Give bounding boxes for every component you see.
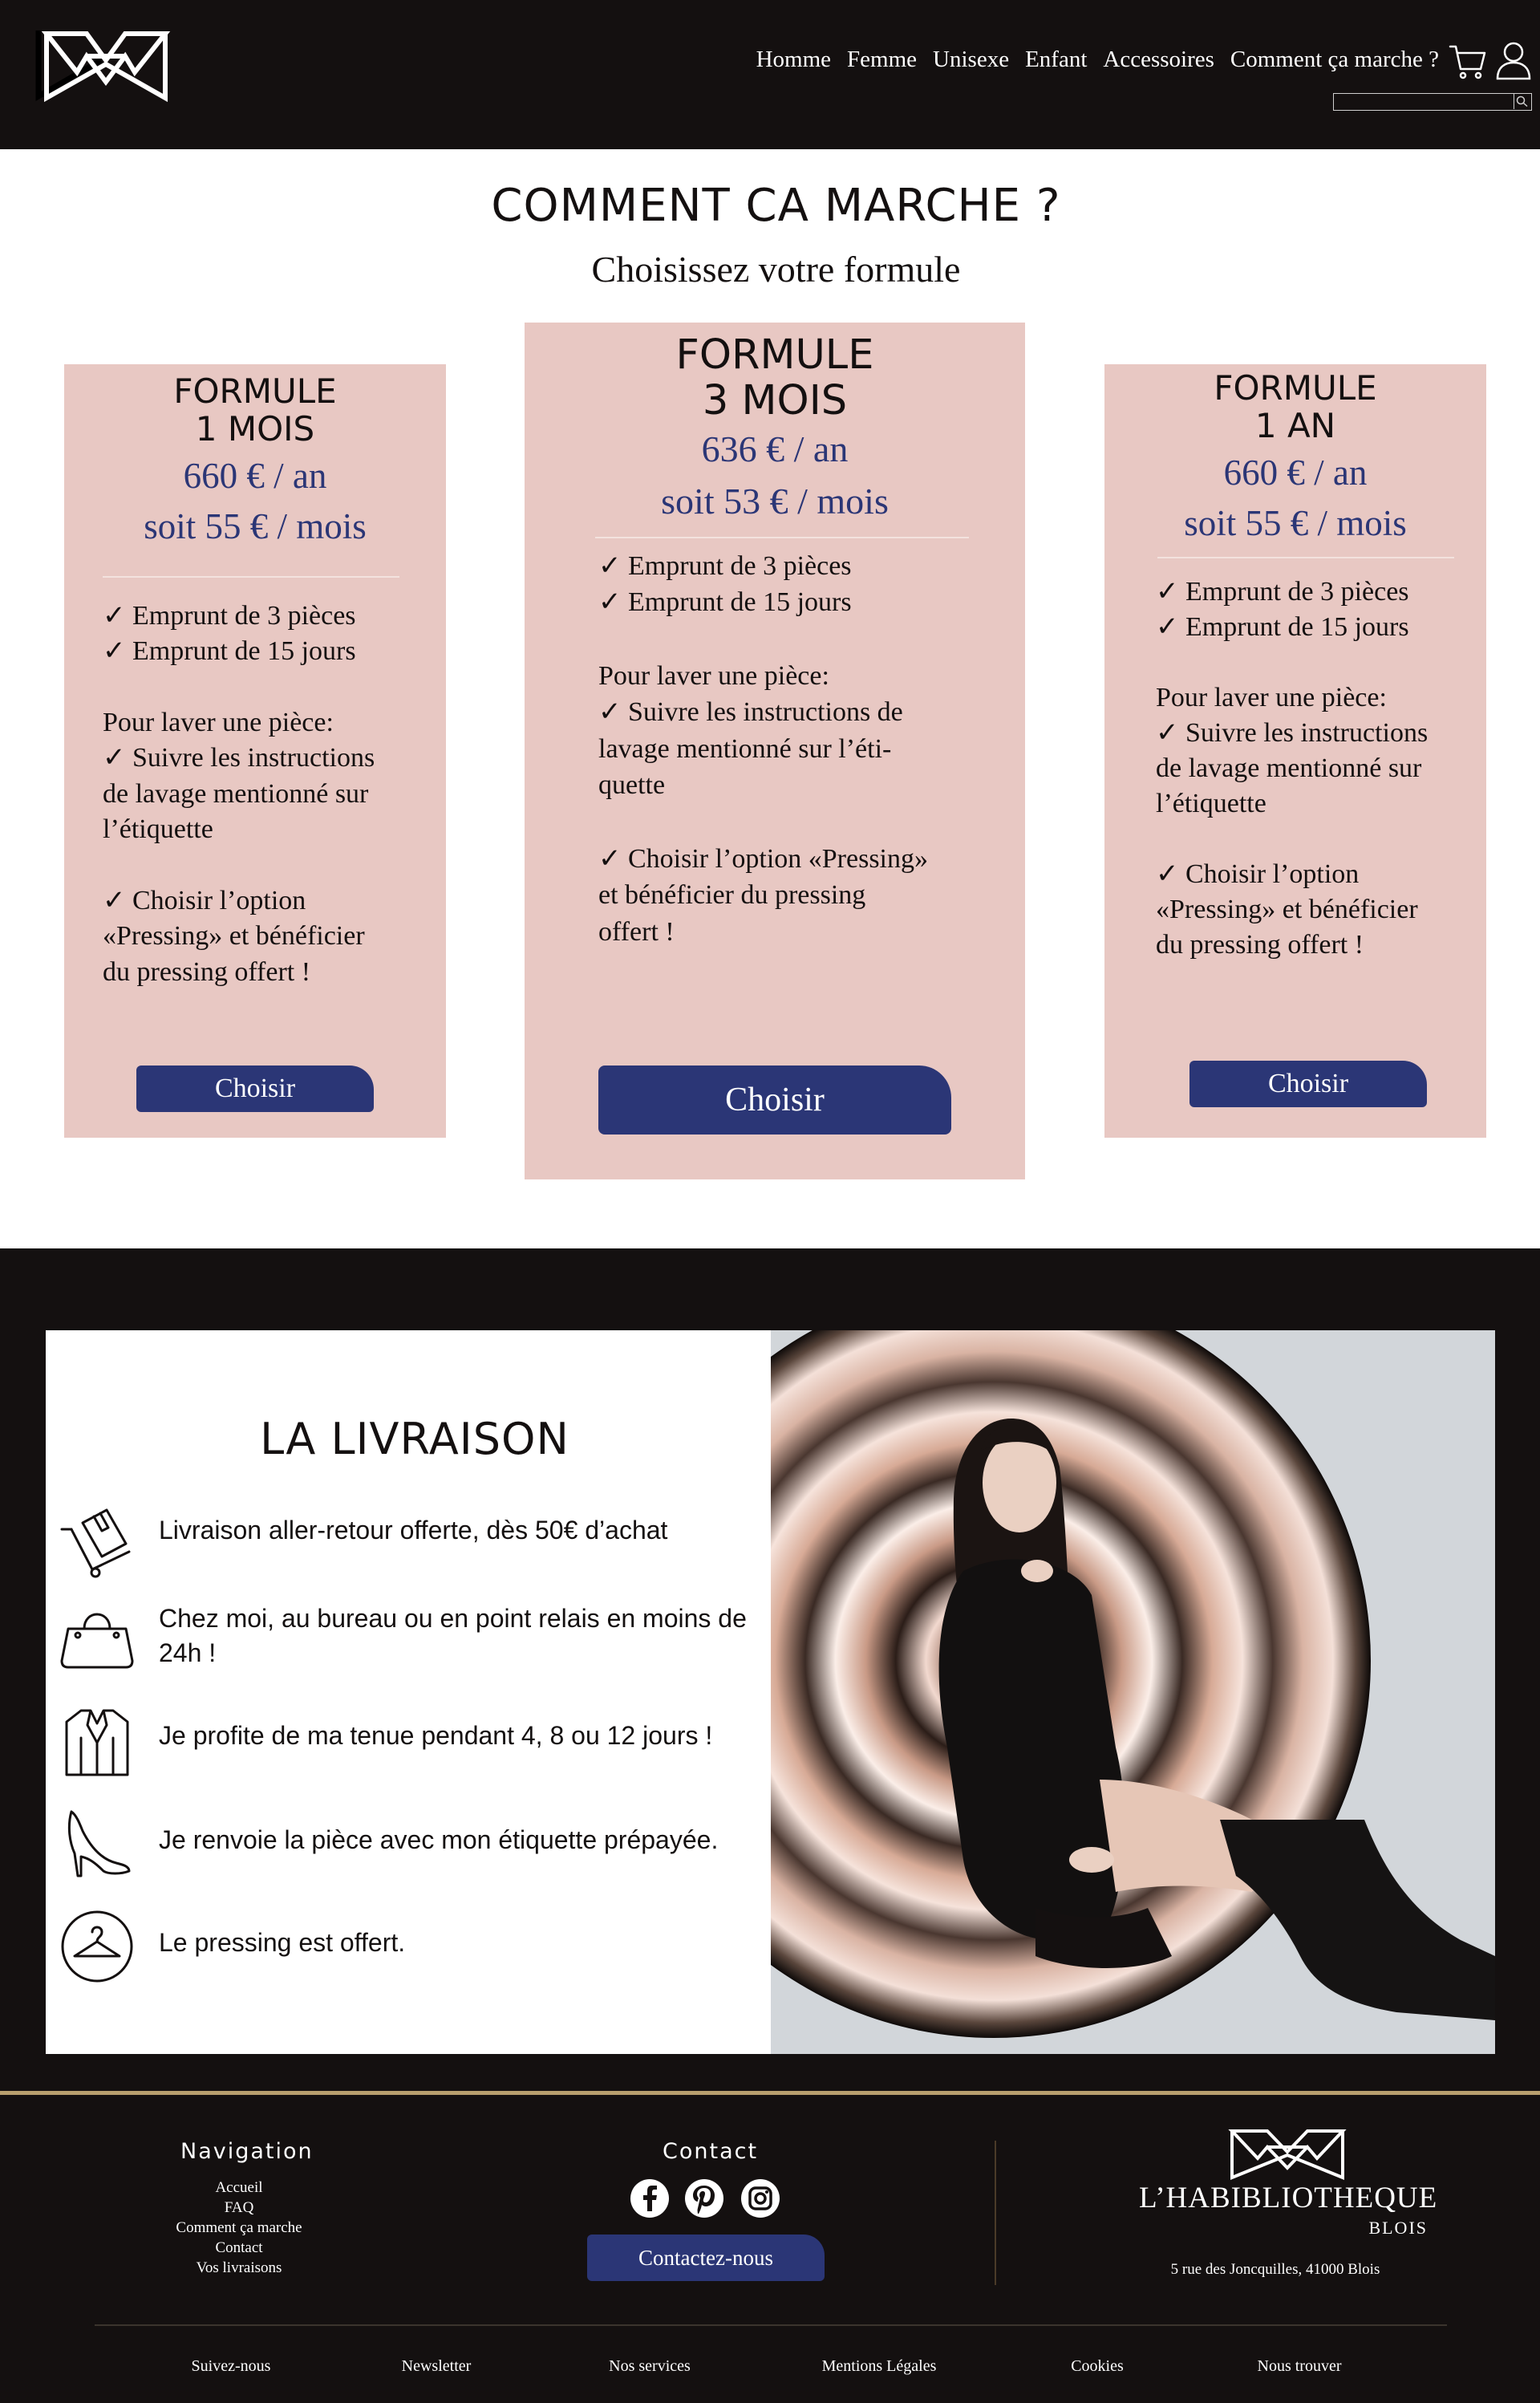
hanger-icon — [61, 1910, 133, 1983]
pinterest-icon[interactable] — [685, 2179, 723, 2218]
plan-card-1-mois: FORMULE 1 MOIS 660 € / an soit 55 € / mo… — [64, 364, 446, 1138]
jacket-icon — [65, 1709, 129, 1776]
search-icon — [1516, 95, 1528, 108]
delivery-text: Livraison aller-retour offerte, dès 50€ … — [159, 1516, 668, 1544]
plan-price: 636 € / an soit 53 € / mois — [661, 428, 889, 522]
high-heel-icon — [67, 1810, 131, 1877]
plan-price: 660 € / an soit 55 € / mois — [1184, 453, 1407, 544]
footer-bottom-link-cookies[interactable]: Cookies — [1001, 2357, 1194, 2376]
model-photo-illustration — [771, 1330, 1495, 2038]
plan-features: ✓ Emprunt de 3 pièces ✓ Emprunt de 15 jo… — [1156, 576, 1429, 960]
footer-bottom-link-nos-services[interactable]: Nos services — [553, 2357, 746, 2376]
plan-divider — [595, 537, 969, 538]
footer-bottom-link-nous-trouver[interactable]: Nous trouver — [1203, 2357, 1396, 2376]
footer-bottom-link-suivez-nous[interactable]: Suivez-nous — [135, 2357, 327, 2376]
plan-price: 660 € / an soit 55 € / mois — [144, 456, 367, 547]
footer-link-accueil[interactable]: Accueil — [119, 2179, 359, 2197]
footer-brand-name: L’HABIBLIOTHEQUE — [1139, 2182, 1438, 2214]
main-nav: Homme Femme Unisexe Enfant Accessoires C… — [756, 47, 1439, 73]
footer-link-contact[interactable]: Contact — [119, 2239, 359, 2257]
footer-vertical-divider — [995, 2141, 996, 2285]
footer-nav-title: Navigation — [180, 2139, 314, 2164]
plan-title: FORMULE 1 MOIS — [173, 371, 337, 449]
handbag-icon — [60, 1613, 134, 1669]
footer-address: 5 rue des Joncquilles, 41000 Blois — [1170, 2261, 1380, 2278]
instagram-icon[interactable] — [741, 2179, 780, 2218]
footer-link-vos-livraisons[interactable]: Vos livraisons — [119, 2259, 359, 2277]
nav-accessoires[interactable]: Accessoires — [1103, 47, 1214, 73]
nav-homme[interactable]: Homme — [756, 47, 831, 73]
delivery-text: Le pressing est offert. — [159, 1928, 406, 1957]
nav-femme[interactable]: Femme — [847, 47, 917, 73]
site-header: Homme Femme Unisexe Enfant Accessoires C… — [0, 0, 1540, 149]
choose-button[interactable]: Choisir — [136, 1066, 374, 1112]
delivery-title: LA LIVRAISON — [260, 1414, 569, 1464]
plan-card-1-an: FORMULE 1 AN 660 € / an soit 55 € / mois… — [1104, 364, 1486, 1138]
cart-icon[interactable] — [1449, 43, 1487, 80]
box-trolley-icon — [60, 1508, 131, 1578]
plan-card-3-mois: FORMULE 3 MOIS 636 € / an soit 53 € / mo… — [525, 323, 1025, 1179]
delivery-text: Je profite de ma tenue pendant 4, 8 ou 1… — [159, 1721, 713, 1750]
plan-title: FORMULE 3 MOIS — [675, 331, 874, 425]
plan-title: FORMULE 1 AN — [1214, 368, 1377, 446]
plan-divider — [1157, 557, 1454, 558]
contact-button[interactable]: Contactez-nous — [587, 2235, 825, 2281]
delivery-text: Chez moi, au bureau ou en point relais e… — [159, 1604, 747, 1668]
brand-logo-icon[interactable] — [6, 24, 191, 104]
delivery-photo — [771, 1330, 1495, 2054]
delivery-text: Je renvoie la pièce avec mon étiquette p… — [159, 1825, 719, 1854]
footer-horizontal-divider — [95, 2324, 1447, 2326]
nav-enfant[interactable]: Enfant — [1025, 47, 1087, 73]
nav-comment-ca-marche[interactable]: Comment ça marche ? — [1230, 47, 1439, 73]
footer-bottom-link-newsletter[interactable]: Newsletter — [340, 2357, 533, 2376]
choose-button[interactable]: Choisir — [1189, 1061, 1427, 1107]
search-button[interactable] — [1514, 94, 1531, 109]
delivery-card: LA LIVRAISON Livraison aller-retour offe… — [46, 1330, 771, 2054]
footer-link-comment-ca-marche[interactable]: Comment ça marche — [119, 2219, 359, 2237]
page-subtitle: Choisissez votre formule — [591, 249, 961, 290]
search-box — [1333, 93, 1532, 111]
footer-contact-title: Contact — [663, 2139, 759, 2164]
nav-unisexe[interactable]: Unisexe — [933, 47, 1009, 73]
plan-divider — [103, 576, 399, 578]
user-icon[interactable] — [1495, 40, 1532, 80]
page-title: COMMENT CA MARCHE ? — [491, 180, 1061, 232]
footer-brand-city: BLOIS — [1368, 2218, 1428, 2238]
footer-link-faq[interactable]: FAQ — [119, 2199, 359, 2217]
plan-features: ✓ Emprunt de 3 pièces ✓ Emprunt de 15 jo… — [598, 550, 929, 947]
search-input[interactable] — [1334, 94, 1512, 109]
plan-features: ✓ Emprunt de 3 pièces ✓ Emprunt de 15 jo… — [103, 600, 375, 987]
footer-bottom-link-mentions-legales[interactable]: Mentions Légales — [783, 2357, 975, 2376]
footer-brand-logo-icon[interactable] — [1227, 2126, 1348, 2182]
facebook-icon[interactable] — [630, 2179, 669, 2218]
choose-button[interactable]: Choisir — [598, 1066, 951, 1135]
